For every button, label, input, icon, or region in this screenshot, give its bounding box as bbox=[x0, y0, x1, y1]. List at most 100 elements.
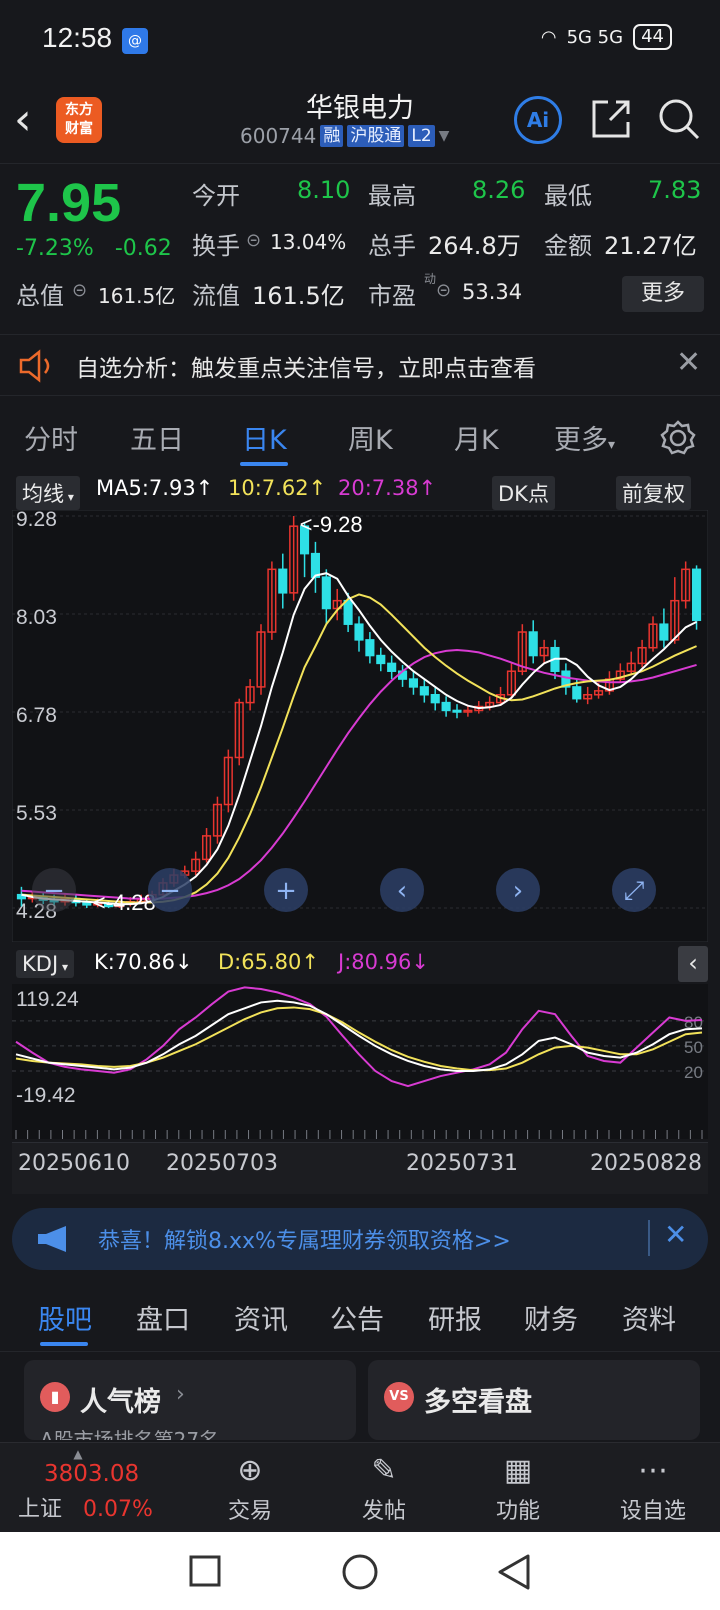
speaker-icon bbox=[19, 349, 50, 383]
kdj-tick-label: 50 bbox=[684, 1038, 703, 1057]
popularity-card[interactable]: ▮ 人气榜 › A股市场排名第27名 bbox=[24, 1360, 356, 1440]
pan-right-icon[interactable]: › bbox=[496, 868, 540, 912]
sub-indicator-selector[interactable]: KDJ ▾ bbox=[16, 950, 74, 978]
kdj-k-value: K:70.86↓ bbox=[94, 950, 193, 974]
card-title: 多空看盘 bbox=[424, 1387, 532, 1418]
stock-meta[interactable]: 600744 融 沪股通 L2 ▼ bbox=[240, 124, 449, 148]
price-change: -7.23% -0.62 bbox=[16, 236, 172, 261]
tab-financials[interactable]: 财务 bbox=[524, 1298, 578, 1337]
edit-icon: ✎ bbox=[371, 1453, 397, 1488]
index-name: 上证 bbox=[18, 1497, 63, 1522]
recents-icon[interactable] bbox=[188, 1554, 224, 1590]
quote-panel: 7.95 -7.23% -0.62 今开 8.10 最高 8.26 最低 7.8… bbox=[0, 164, 720, 324]
tab-forum[interactable]: 股吧 bbox=[38, 1298, 92, 1337]
info-icon[interactable]: ⊝ bbox=[72, 280, 87, 301]
promo-banner[interactable]: 恭喜！解锁8.xx%专属理财券领取资格>> ✕ bbox=[12, 1208, 708, 1270]
wifi-icon: ◠ bbox=[540, 26, 557, 48]
tab-profile[interactable]: 资料 bbox=[622, 1298, 676, 1337]
more-quote-button[interactable]: 更多 bbox=[622, 276, 704, 312]
battery-icon: 44 bbox=[633, 24, 672, 50]
chevron-right-icon: › bbox=[176, 1382, 185, 1407]
back-nav-icon[interactable] bbox=[494, 1552, 534, 1592]
divider bbox=[648, 1220, 650, 1256]
tab-intraday[interactable]: 分时 bbox=[24, 418, 78, 457]
tab-news[interactable]: 资讯 bbox=[234, 1298, 288, 1337]
candle-body bbox=[278, 568, 288, 594]
tab-monthly-k[interactable]: 月K bbox=[454, 418, 499, 457]
home-icon[interactable] bbox=[340, 1552, 380, 1592]
tab-research[interactable]: 研报 bbox=[428, 1298, 482, 1337]
candle-body bbox=[408, 678, 419, 688]
turnover-label: 换手 bbox=[192, 232, 240, 260]
tab-weekly-k[interactable]: 周K bbox=[348, 418, 393, 457]
index-widget[interactable]: ▲ 3803.08 上证 0.07% bbox=[18, 1447, 188, 1523]
stock-code: 600744 bbox=[240, 124, 317, 148]
share-icon[interactable] bbox=[588, 96, 634, 142]
analysis-notice[interactable]: 自选分析：触发重点关注信号，立即点击查看 ✕ bbox=[0, 334, 720, 396]
info-icon[interactable]: ⊝ bbox=[436, 280, 451, 301]
kdj-j-value: J:80.96↓ bbox=[338, 950, 429, 974]
megaphone-icon bbox=[38, 1226, 66, 1252]
date-tick: 20250703 bbox=[166, 1151, 278, 1176]
bottom-nav: ▲ 3803.08 上证 0.07% ⊕ 交易 ✎ 发帖 ▦ 功能 ⋯ 设自选 bbox=[0, 1442, 720, 1532]
fullscreen-icon[interactable]: ⤢ bbox=[612, 868, 656, 912]
info-icon[interactable]: ⊝ bbox=[246, 230, 261, 251]
tab-more[interactable]: 更多▾ bbox=[554, 418, 615, 457]
kdj-chart[interactable]: 119.24805020-19.42 bbox=[12, 984, 708, 1139]
card-subtitle: A股市场排名第27名 bbox=[40, 1428, 220, 1440]
period-tabs: 分时 五日 日K 周K 月K 更多▾ bbox=[0, 406, 720, 468]
y-tick-label: 9.28 bbox=[16, 510, 57, 531]
candle-body bbox=[452, 709, 462, 713]
adjust-selector[interactable]: 前复权 bbox=[616, 476, 691, 510]
pe-value: 53.34 bbox=[462, 280, 523, 304]
close-icon[interactable]: ✕ bbox=[676, 345, 701, 380]
last-price: 7.95 bbox=[16, 173, 122, 233]
system-nav-bar bbox=[0, 1532, 720, 1610]
svg-text:−: − bbox=[43, 876, 65, 906]
high-annotation: <-9.28 bbox=[300, 512, 363, 537]
level2-tag: L2 bbox=[408, 125, 435, 147]
nav-label: 设自选 bbox=[619, 1499, 686, 1524]
candlestick-chart[interactable]: 9.288.036.785.534.28<-9.28<-4.28− − + ‹ › ⤢ bbox=[12, 510, 708, 942]
tab-five-day[interactable]: 五日 bbox=[130, 418, 184, 457]
stock-header: ‹ 东方 财富 华银电力 600744 融 沪股通 L2 ▼ Ai bbox=[0, 84, 720, 164]
svg-text:⤢: ⤢ bbox=[624, 876, 645, 906]
y-tick-label: 5.53 bbox=[16, 802, 57, 825]
zoom-in-icon[interactable]: + bbox=[264, 868, 308, 912]
tab-order-book[interactable]: 盘口 bbox=[136, 1298, 190, 1337]
chart-toolbar: 均线 ▾ MA5:7.93↑ 10:7.62↑ 20:7.38↑ DK点 前复权 bbox=[0, 470, 720, 510]
collapse-icon[interactable]: ‹ bbox=[678, 946, 708, 982]
abs-change: -0.62 bbox=[114, 236, 172, 261]
nav-post[interactable]: ✎ 发帖 bbox=[339, 1449, 429, 1525]
ma5-value: MA5:7.93↑ bbox=[96, 476, 214, 500]
yen-icon: ⊕ bbox=[237, 1453, 263, 1488]
candle-body bbox=[365, 639, 375, 657]
ma10-value: 10:7.62↑ bbox=[228, 476, 327, 500]
nav-trade[interactable]: ⊕ 交易 bbox=[205, 1449, 295, 1525]
ma20-value: 20:7.38↑ bbox=[338, 476, 437, 500]
candle-body bbox=[387, 662, 397, 672]
candle-body bbox=[691, 568, 702, 622]
status-icons: ◠ 5G 5G 44 bbox=[541, 24, 672, 50]
turnover-value: 13.04% bbox=[270, 230, 347, 254]
content-tabs: 股吧 盘口 资讯 公告 研报 财务 资料 bbox=[0, 1282, 720, 1352]
indicator-selector[interactable]: 均线 ▾ bbox=[16, 476, 80, 510]
tab-daily-k[interactable]: 日K bbox=[242, 418, 287, 457]
amount-value: 21.27亿 bbox=[604, 232, 697, 260]
kdj-tick-label: -19.42 bbox=[16, 1084, 76, 1107]
nav-functions[interactable]: ▦ 功能 bbox=[473, 1449, 563, 1525]
gear-icon[interactable] bbox=[660, 420, 696, 456]
close-icon[interactable]: ✕ bbox=[664, 1218, 687, 1251]
zoom-out-icon[interactable]: − bbox=[32, 868, 76, 912]
nav-add-watchlist[interactable]: ⋯ 设自选 bbox=[608, 1449, 698, 1525]
svg-text:−: − bbox=[159, 876, 181, 906]
dk-point-toggle[interactable]: DK点 bbox=[492, 476, 555, 510]
pan-left-icon[interactable]: ‹ bbox=[380, 868, 424, 912]
bull-bear-card[interactable]: VS 多空看盘 bbox=[368, 1360, 700, 1440]
notice-text: 自选分析：触发重点关注信号，立即点击查看 bbox=[76, 356, 536, 382]
zoom-out-icon[interactable]: − bbox=[148, 868, 192, 912]
search-icon[interactable] bbox=[656, 96, 702, 142]
tab-announcements[interactable]: 公告 bbox=[330, 1298, 384, 1337]
ai-assistant-button[interactable]: Ai bbox=[514, 96, 562, 144]
high-label: 最高 bbox=[368, 182, 416, 210]
